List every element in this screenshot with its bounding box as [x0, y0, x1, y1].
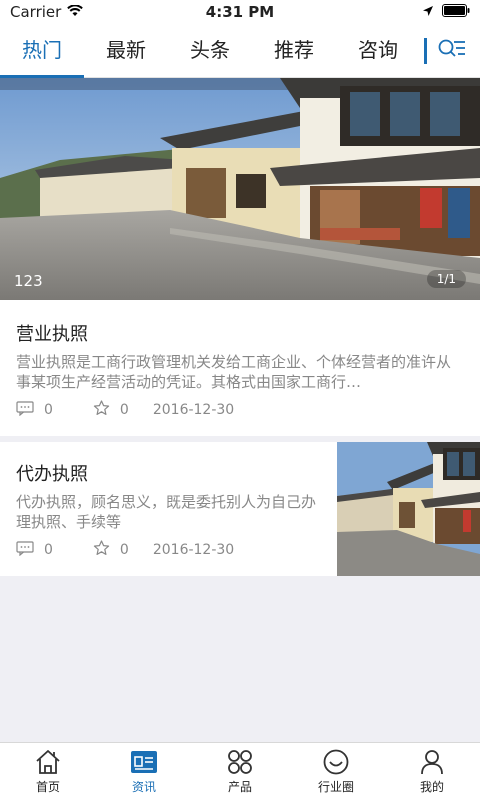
- nav-industry-circle[interactable]: 行业圈: [288, 743, 384, 800]
- comment-count: 0: [16, 540, 53, 560]
- comment-count: 0: [16, 400, 53, 420]
- home-icon: [34, 747, 62, 777]
- nav-home-label: 首页: [35, 780, 60, 794]
- tab-divider: [424, 38, 427, 64]
- banner-caption: 123: [14, 272, 43, 290]
- article-description: 营业执照是工商行政管理机关发给工商企业、个体经营者的准许从事某项生产经营活动的凭…: [16, 353, 452, 391]
- favorite-count-value: 0: [119, 542, 129, 558]
- article-meta: 0 0 2016-12-30: [16, 540, 234, 560]
- banner-image: [0, 78, 480, 300]
- article-date: 2016-12-30: [152, 542, 235, 558]
- status-right: [422, 3, 470, 21]
- wifi-icon: [67, 3, 84, 21]
- industry-circle-icon: [322, 747, 350, 777]
- comment-icon: [16, 540, 34, 560]
- nav-profile[interactable]: 我的: [384, 743, 480, 800]
- nav-profile-label: 我的: [419, 780, 444, 794]
- comment-icon: [16, 400, 34, 420]
- profile-icon: [418, 747, 446, 777]
- article-thumbnail: [337, 442, 480, 576]
- news-icon: [130, 747, 158, 777]
- status-bar: Carrier 4:31 PM: [0, 0, 480, 24]
- carrier-label: Carrier: [10, 3, 62, 21]
- nav-home[interactable]: 首页: [0, 743, 96, 800]
- status-left: Carrier: [10, 3, 84, 21]
- article-card[interactable]: 代办执照 代办执照，顾名思义，既是委托别人为自己办理执照、手续等 0 0 201…: [0, 442, 480, 576]
- location-arrow-icon: [422, 3, 434, 21]
- search-list-icon: [437, 37, 467, 65]
- banner-carousel[interactable]: 123 1/1: [0, 78, 480, 300]
- bottom-navigation: 首页 资讯 产品 行业圈 我的: [0, 742, 480, 800]
- article-card[interactable]: 营业执照 营业执照是工商行政管理机关发给工商企业、个体经营者的准许从事某项生产经…: [0, 300, 480, 436]
- article-title: 营业执照: [16, 324, 88, 345]
- tab-consulting[interactable]: 咨询: [336, 24, 420, 78]
- tab-latest[interactable]: 最新: [84, 24, 168, 78]
- tab-headlines[interactable]: 头条: [168, 24, 252, 78]
- tab-hot[interactable]: 热门: [0, 24, 84, 78]
- article-meta: 0 0 2016-12-30: [16, 400, 234, 420]
- favorite-count: 0: [93, 540, 129, 560]
- nav-products-label: 产品: [227, 780, 252, 794]
- category-menu-button[interactable]: [434, 36, 470, 66]
- banner-page-indicator: 1/1: [426, 270, 466, 288]
- nav-products[interactable]: 产品: [192, 743, 288, 800]
- comment-count-value: 0: [44, 402, 53, 418]
- nav-news[interactable]: 资讯: [96, 743, 192, 800]
- nav-news-label: 资讯: [131, 780, 156, 794]
- favorite-count-value: 0: [119, 402, 129, 418]
- star-icon: [93, 540, 110, 560]
- favorite-count: 0: [93, 400, 129, 420]
- article-date: 2016-12-30: [152, 402, 235, 418]
- comment-count-value: 0: [44, 542, 53, 558]
- article-description: 代办执照，顾名思义，既是委托别人为自己办理执照、手续等: [16, 493, 317, 531]
- article-title: 代办执照: [16, 464, 88, 485]
- nav-industry-circle-label: 行业圈: [317, 780, 354, 794]
- category-tab-bar: 热门 最新 头条 推荐 咨询: [0, 24, 480, 78]
- battery-icon: [442, 3, 470, 21]
- products-icon: [226, 747, 254, 777]
- tab-recommended[interactable]: 推荐: [252, 24, 336, 78]
- star-icon: [93, 400, 110, 420]
